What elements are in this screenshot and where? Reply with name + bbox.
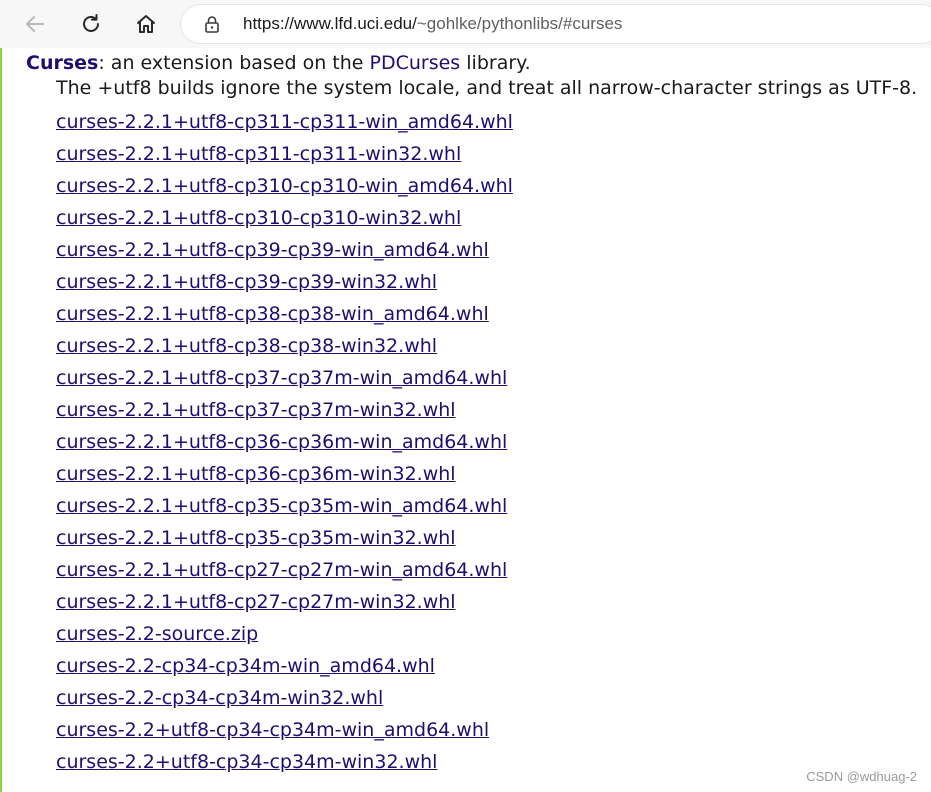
file-link[interactable]: curses-2.2.1+utf8-cp311-cp311-win32.whl bbox=[56, 143, 461, 165]
list-item: curses-2.2.1+utf8-cp310-cp310-win_amd64.… bbox=[56, 174, 513, 206]
home-button[interactable] bbox=[128, 7, 164, 41]
url-text[interactable]: https://www.lfd.uci.edu/~gohlke/pythonli… bbox=[243, 14, 622, 34]
back-button[interactable] bbox=[17, 7, 53, 41]
file-link[interactable]: curses-2.2-source.zip bbox=[56, 623, 258, 645]
list-item: curses-2.2-cp34-cp34m-win32.whl bbox=[56, 686, 513, 718]
file-link[interactable]: curses-2.2.1+utf8-cp38-cp38-win32.whl bbox=[56, 335, 437, 357]
file-link[interactable]: curses-2.2.1+utf8-cp311-cp311-win_amd64.… bbox=[56, 111, 513, 133]
file-link[interactable]: curses-2.2.1+utf8-cp35-cp35m-win_amd64.w… bbox=[56, 495, 507, 517]
list-item: curses-2.2.1+utf8-cp39-cp39-win_amd64.wh… bbox=[56, 238, 513, 270]
browser-toolbar: https://www.lfd.uci.edu/~gohlke/pythonli… bbox=[0, 0, 931, 48]
file-link[interactable]: curses-2.2.1+utf8-cp36-cp36m-win_amd64.w… bbox=[56, 431, 507, 453]
file-link[interactable]: curses-2.2-cp34-cp34m-win32.whl bbox=[56, 687, 383, 709]
list-item: curses-2.2.1+utf8-cp37-cp37m-win_amd64.w… bbox=[56, 366, 513, 398]
list-item: curses-2.2.1+utf8-cp310-cp310-win32.whl bbox=[56, 206, 513, 238]
file-list: curses-2.2.1+utf8-cp311-cp311-win_amd64.… bbox=[56, 110, 513, 782]
page-content: Curses: an extension based on the PDCurs… bbox=[0, 48, 931, 792]
list-item: curses-2.2.1+utf8-cp27-cp27m-win_amd64.w… bbox=[56, 558, 513, 590]
file-link[interactable]: curses-2.2.1+utf8-cp39-cp39-win32.whl bbox=[56, 271, 437, 293]
list-item: curses-2.2-cp34-cp34m-win_amd64.whl bbox=[56, 654, 513, 686]
file-link[interactable]: curses-2.2.1+utf8-cp38-cp38-win_amd64.wh… bbox=[56, 303, 489, 325]
list-item: curses-2.2+utf8-cp34-cp34m-win_amd64.whl bbox=[56, 718, 513, 750]
file-link[interactable]: curses-2.2.1+utf8-cp310-cp310-win32.whl bbox=[56, 207, 461, 229]
page-left-edge bbox=[0, 48, 2, 792]
watermark: CSDN @wdhuag-2 bbox=[806, 769, 917, 784]
list-item: curses-2.2.1+utf8-cp311-cp311-win32.whl bbox=[56, 142, 513, 174]
list-item: curses-2.2.1+utf8-cp38-cp38-win32.whl bbox=[56, 334, 513, 366]
file-link[interactable]: curses-2.2.1+utf8-cp37-cp37m-win_amd64.w… bbox=[56, 367, 507, 389]
url-path: ~gohlke/pythonlibs/#curses bbox=[416, 14, 623, 33]
list-item: curses-2.2.1+utf8-cp36-cp36m-win_amd64.w… bbox=[56, 430, 513, 462]
address-bar[interactable]: https://www.lfd.uci.edu/~gohlke/pythonli… bbox=[181, 5, 931, 43]
list-item: curses-2.2.1+utf8-cp37-cp37m-win32.whl bbox=[56, 398, 513, 430]
description-suffix: library. bbox=[460, 52, 531, 74]
back-arrow-icon bbox=[26, 16, 44, 32]
pdcurses-link[interactable]: PDCurses bbox=[370, 52, 461, 74]
file-link[interactable]: curses-2.2.1+utf8-cp36-cp36m-win32.whl bbox=[56, 463, 456, 485]
package-name: Curses bbox=[26, 52, 99, 74]
file-link[interactable]: curses-2.2.1+utf8-cp310-cp310-win_amd64.… bbox=[56, 175, 513, 197]
list-item: curses-2.2+utf8-cp34-cp34m-win32.whl bbox=[56, 750, 513, 782]
lock-icon[interactable] bbox=[203, 15, 221, 33]
reload-button[interactable] bbox=[73, 7, 109, 41]
home-icon bbox=[137, 15, 155, 33]
file-link[interactable]: curses-2.2.1+utf8-cp27-cp27m-win32.whl bbox=[56, 591, 456, 613]
package-heading: Curses: an extension based on the PDCurs… bbox=[26, 52, 531, 74]
file-link[interactable]: curses-2.2.1+utf8-cp37-cp37m-win32.whl bbox=[56, 399, 456, 421]
file-link[interactable]: curses-2.2.1+utf8-cp39-cp39-win_amd64.wh… bbox=[56, 239, 489, 261]
utf8-note: The +utf8 builds ignore the system local… bbox=[56, 77, 918, 99]
reload-icon bbox=[83, 14, 99, 32]
file-link[interactable]: curses-2.2.1+utf8-cp35-cp35m-win32.whl bbox=[56, 527, 456, 549]
list-item: curses-2.2.1+utf8-cp38-cp38-win_amd64.wh… bbox=[56, 302, 513, 334]
description-prefix: : an extension based on the bbox=[98, 52, 370, 74]
list-item: curses-2.2.1+utf8-cp36-cp36m-win32.whl bbox=[56, 462, 513, 494]
list-item: curses-2.2-source.zip bbox=[56, 622, 513, 654]
file-link[interactable]: curses-2.2.1+utf8-cp27-cp27m-win_amd64.w… bbox=[56, 559, 507, 581]
file-link[interactable]: curses-2.2+utf8-cp34-cp34m-win_amd64.whl bbox=[56, 719, 489, 741]
file-link[interactable]: curses-2.2+utf8-cp34-cp34m-win32.whl bbox=[56, 751, 437, 773]
list-item: curses-2.2.1+utf8-cp35-cp35m-win_amd64.w… bbox=[56, 494, 513, 526]
list-item: curses-2.2.1+utf8-cp27-cp27m-win32.whl bbox=[56, 590, 513, 622]
list-item: curses-2.2.1+utf8-cp39-cp39-win32.whl bbox=[56, 270, 513, 302]
list-item: curses-2.2.1+utf8-cp35-cp35m-win32.whl bbox=[56, 526, 513, 558]
list-item: curses-2.2.1+utf8-cp311-cp311-win_amd64.… bbox=[56, 110, 513, 142]
url-host: https://www.lfd.uci.edu/ bbox=[243, 14, 417, 33]
file-link[interactable]: curses-2.2-cp34-cp34m-win_amd64.whl bbox=[56, 655, 435, 677]
